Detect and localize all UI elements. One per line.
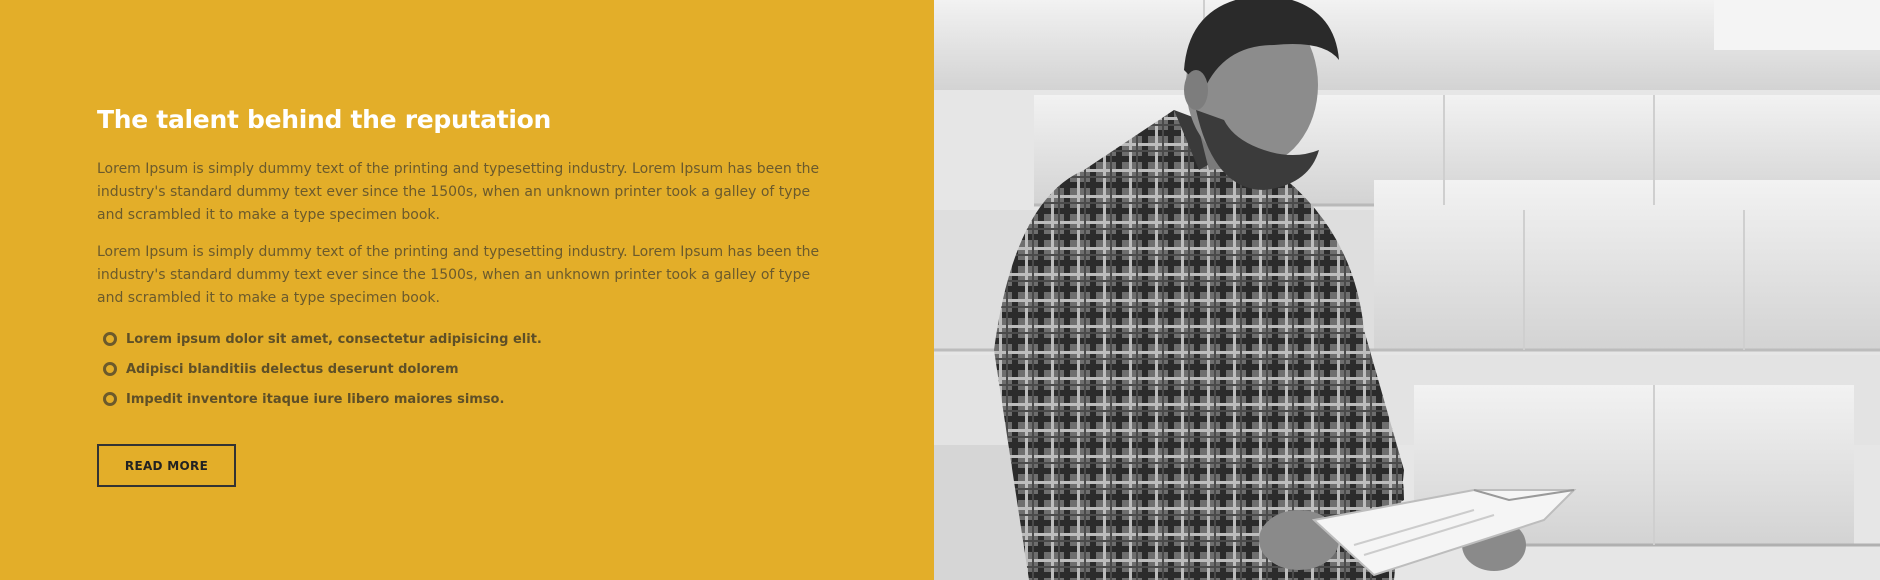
man-reading-photo xyxy=(934,0,1880,580)
list-item: Adipisci blanditiis delectus deserunt do… xyxy=(97,354,837,384)
feature-list: Lorem ipsum dolor sit amet, consectetur … xyxy=(97,324,837,414)
list-item-text: Impedit inventore itaque iure libero mai… xyxy=(126,391,505,407)
list-item: Impedit inventore itaque iure libero mai… xyxy=(97,384,837,414)
section-title: The talent behind the reputation xyxy=(97,105,552,134)
photo-panel xyxy=(934,0,1880,580)
circle-bullet-icon xyxy=(103,392,117,406)
second-paragraph: Lorem Ipsum is simply dummy text of the … xyxy=(97,244,820,306)
read-more-button[interactable]: READ MORE xyxy=(97,444,236,487)
text-panel: The talent behind the reputation Lorem I… xyxy=(0,0,934,580)
intro-paragraph: Lorem Ipsum is simply dummy text of the … xyxy=(97,161,820,223)
list-item-text: Lorem ipsum dolor sit amet, consectetur … xyxy=(126,331,542,347)
circle-bullet-icon xyxy=(103,362,117,376)
about-section: The talent behind the reputation Lorem I… xyxy=(0,0,1880,580)
text-content: The talent behind the reputation Lorem I… xyxy=(97,105,837,487)
circle-bullet-icon xyxy=(103,332,117,346)
list-item: Lorem ipsum dolor sit amet, consectetur … xyxy=(97,324,837,354)
list-item-text: Adipisci blanditiis delectus deserunt do… xyxy=(126,361,459,377)
